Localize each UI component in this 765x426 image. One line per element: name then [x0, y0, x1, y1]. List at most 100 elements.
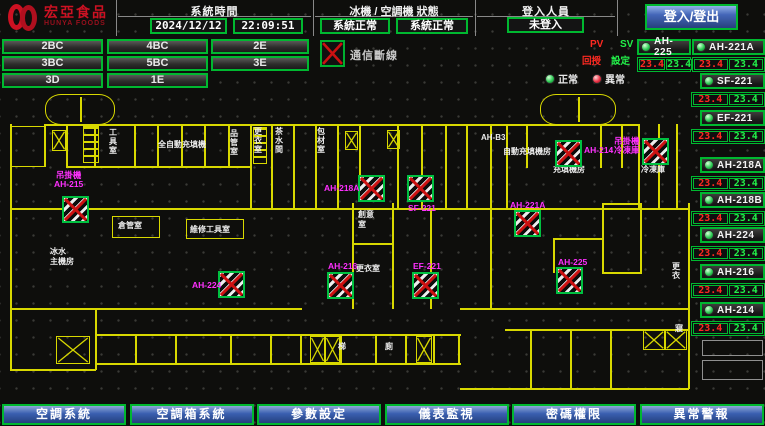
- wall-segment: [570, 330, 572, 389]
- sv-value: 23.4: [729, 178, 764, 189]
- zone-button-1E[interactable]: 1E: [107, 73, 208, 88]
- pv-value: 23.4: [693, 131, 728, 142]
- unit-header-AH-214[interactable]: AH-214: [700, 302, 765, 318]
- unit-header-AH-218B[interactable]: AH-218B: [700, 192, 765, 208]
- wall-segment: [602, 203, 642, 205]
- login-logout-button[interactable]: 登入/登出: [645, 4, 738, 30]
- stairwell-icon: [45, 94, 115, 125]
- room-label: 創意 室: [358, 210, 374, 229]
- wall-segment: [433, 335, 435, 364]
- unit-header-AH-221A[interactable]: AH-221A: [692, 39, 765, 55]
- unit-name: SF-221: [717, 76, 753, 87]
- ahu-icon-SF-221[interactable]: [407, 175, 434, 202]
- device-label-SF-221: SF-221: [408, 204, 436, 213]
- zone-button-3E[interactable]: 3E: [211, 56, 309, 71]
- unit-header-EF-221[interactable]: EF-221: [700, 110, 765, 126]
- device-label-AH-215: 吊掛機 AH-215: [54, 171, 83, 189]
- ahu-icon-AH-214[interactable]: [555, 140, 582, 167]
- ahu-icon-AH-216[interactable]: [327, 272, 354, 299]
- wall-segment: [135, 335, 137, 364]
- elevator-icon: [52, 130, 66, 151]
- wall-segment: [458, 335, 460, 364]
- elevator-icon: [310, 336, 325, 363]
- wall-segment: [405, 335, 407, 364]
- zone-button-4BC[interactable]: 4BC: [107, 39, 208, 54]
- room-label: 品管室: [229, 129, 239, 156]
- nav-button-meter-monitor[interactable]: 儀表監視: [385, 404, 509, 425]
- device-label-EF-221: EF-221: [413, 262, 441, 271]
- brand-logo-icon: [8, 4, 38, 32]
- sv-value: 23.4: [729, 59, 763, 70]
- room-label: 包材室: [316, 127, 326, 154]
- legend-normal: 正常: [545, 71, 578, 86]
- wall-segment: [676, 124, 678, 209]
- sv-value: 23.4: [729, 248, 764, 259]
- wall-segment: [337, 126, 339, 209]
- unit-header-AH-218A[interactable]: AH-218A: [700, 157, 765, 173]
- machine-status-label: 冰機 / 空調機 狀態: [315, 3, 473, 19]
- elevator-icon: [643, 330, 665, 350]
- device-label-AH-224: AH-224: [192, 281, 221, 290]
- unit-header-SF-221[interactable]: SF-221: [700, 73, 765, 89]
- ahu-icon-AH-冷凍庫[interactable]: [642, 138, 669, 165]
- legend-abnormal: 異常: [592, 71, 625, 86]
- unit-run-led: [704, 230, 714, 240]
- wall-segment: [230, 335, 232, 364]
- nav-button-alarm[interactable]: 異常警報: [640, 404, 764, 425]
- pv-value: 23.4: [693, 94, 728, 105]
- wall-segment: [359, 126, 361, 176]
- comm-offline-label: 通信斷線: [350, 47, 398, 63]
- wall-segment: [10, 208, 689, 210]
- nav-button-param-settings[interactable]: 參數設定: [257, 404, 381, 425]
- room-label: 自動充填機房: [503, 147, 551, 157]
- nav-button-password-auth[interactable]: 密碼權限: [512, 404, 636, 425]
- unit-name: AH-214: [717, 305, 754, 316]
- room-label: 更衣: [671, 262, 681, 280]
- ahu-icon-AH-215[interactable]: [62, 196, 89, 223]
- zone-button-5BC[interactable]: 5BC: [107, 56, 208, 71]
- nav-button-ahu-box-system[interactable]: 空調箱系統: [130, 404, 254, 425]
- ahu-icon-AH-224[interactable]: [218, 271, 245, 298]
- login-user-value: 未登入: [507, 17, 584, 33]
- wall-segment: [610, 330, 612, 389]
- sv-cn-label: 設定: [611, 53, 630, 67]
- ahu-icon-EF-221[interactable]: [412, 272, 439, 299]
- unit-header-AH-224[interactable]: AH-224: [700, 227, 765, 243]
- unit-values-AH-218A: 23.423.4: [691, 176, 765, 191]
- zone-button-2E[interactable]: 2E: [211, 39, 309, 54]
- sv-label: SV: [620, 39, 633, 50]
- unit-values-AH-214: 23.423.4: [691, 321, 765, 336]
- zone-button-3D[interactable]: 3D: [2, 73, 103, 88]
- pv-value: 23.4: [693, 285, 728, 296]
- pv-value: 23.4: [694, 59, 728, 70]
- unit-run-led: [704, 113, 714, 123]
- room-label: 工具室: [108, 128, 118, 155]
- unit-header-AH-225[interactable]: AH-225: [637, 39, 691, 55]
- sv-value: 23.4: [729, 285, 764, 296]
- chiller-status-value: 系統正常: [320, 18, 390, 34]
- zone-button-2BC[interactable]: 2BC: [2, 39, 103, 54]
- stairwell-icon: [540, 94, 616, 125]
- nav-button-ac-system[interactable]: 空調系統: [2, 404, 126, 425]
- unit-values-AH-218B: 23.423.4: [691, 211, 765, 226]
- wall-segment: [602, 203, 604, 273]
- wall-segment: [375, 335, 377, 364]
- ahu-icon-AH-218A[interactable]: [358, 175, 385, 202]
- unit-name: AH-218A: [717, 160, 762, 171]
- pv-value: 23.4: [693, 178, 728, 189]
- room-label: 冷凍庫: [641, 165, 665, 175]
- unit-run-led: [704, 195, 714, 205]
- pv-value: 23.4: [693, 323, 728, 334]
- unit-name: AH-224: [717, 230, 754, 241]
- ahu-icon-AH-225[interactable]: [556, 267, 583, 294]
- stairs-icon: [83, 126, 99, 163]
- wall-segment: [460, 308, 689, 310]
- wall-segment: [271, 126, 273, 209]
- elevator-icon: [416, 336, 432, 363]
- wall-segment: [602, 272, 642, 274]
- unit-header-AH-216[interactable]: AH-216: [700, 264, 765, 280]
- ahu-status-value: 系統正常: [396, 18, 468, 34]
- ahu-icon-AH-221A[interactable]: [514, 210, 541, 237]
- room-label: 倉管室: [118, 221, 142, 231]
- zone-button-3BC[interactable]: 3BC: [2, 56, 103, 71]
